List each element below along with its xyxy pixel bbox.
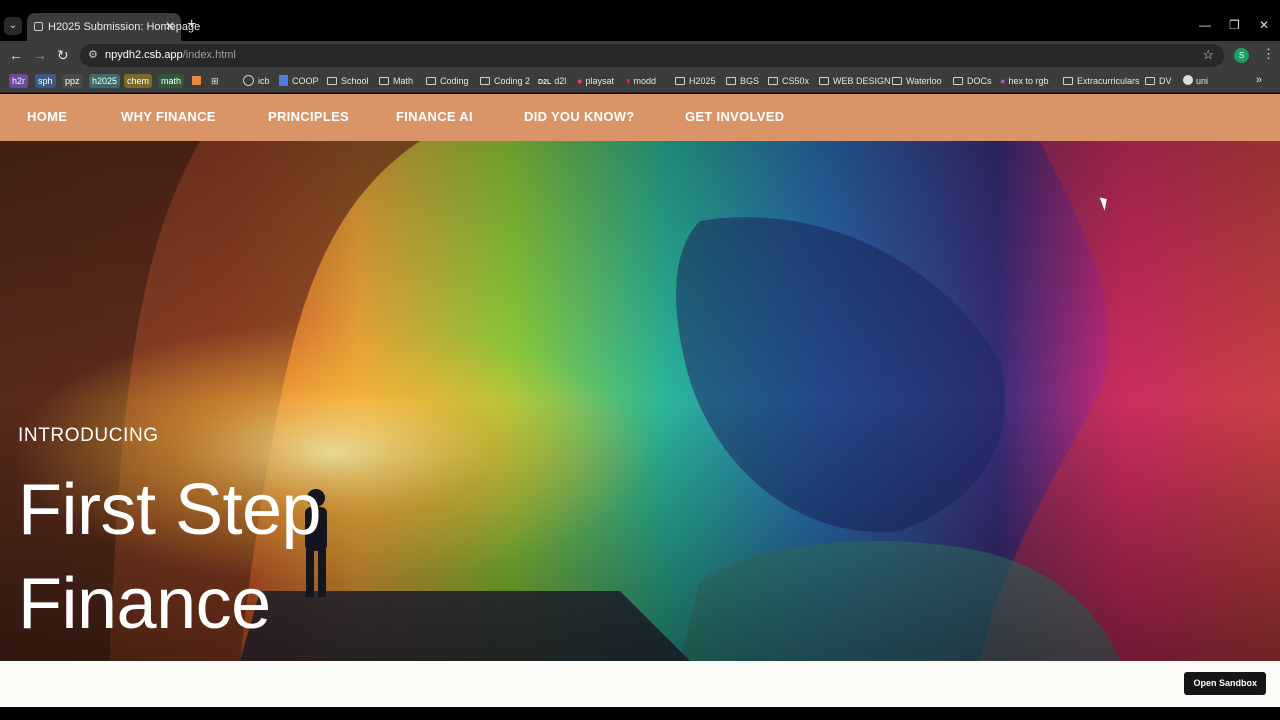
hero-title-line-1: First Step <box>18 470 322 550</box>
browser-toolbar: ← → ↻ ⚙ npydh2.csb.app/index.html ☆ <box>0 41 1280 70</box>
bookmarks-bar: h2r sph ppz h2025 chem math ⊞ icb COOP S… <box>0 70 1280 93</box>
bookmark-folder-h2025[interactable]: H2025 <box>675 74 716 89</box>
bookmark-hex-to-rgb[interactable]: ● hex to rgb <box>1000 74 1048 89</box>
tab-strip: ⌄ H2025 Submission: Homepage ✕ + — ❐ ✕ <box>0 0 1280 41</box>
bookmark-star-icon[interactable]: ☆ <box>1202 47 1214 63</box>
tab-search-icon[interactable]: ⌄ <box>4 17 22 35</box>
more-bookmarks-icon[interactable]: » <box>1256 74 1262 86</box>
back-icon[interactable]: ← <box>9 46 23 64</box>
favicon-icon <box>34 22 43 31</box>
page-footer: Open Sandbox <box>0 661 1280 707</box>
forward-icon[interactable]: → <box>33 46 47 64</box>
site-nav: HOME WHY FINANCE PRINCIPLES FINANCE AI D… <box>0 94 1280 141</box>
tab-title: H2025 Submission: Homepage <box>48 21 201 33</box>
bookmark-ppz[interactable]: ppz <box>62 74 83 88</box>
bookmark-chem[interactable]: chem <box>124 74 153 88</box>
bookmark-h2r[interactable]: h2r <box>9 74 29 88</box>
bookmark-playsat[interactable]: ● playsat <box>577 74 614 89</box>
bookmark-folder-docs[interactable]: DOCs <box>953 74 992 89</box>
browser-menu-icon[interactable]: ⋮ <box>1262 46 1275 62</box>
nav-get-involved[interactable]: GET INVOLVED <box>685 109 784 124</box>
address-bar[interactable]: ⚙ npydh2.csb.app/index.html ☆ <box>80 44 1224 67</box>
nav-principles[interactable]: PRINCIPLES <box>268 109 349 124</box>
bookmark-coop[interactable]: COOP <box>279 74 319 89</box>
site-info-icon[interactable]: ⚙ <box>88 48 98 61</box>
browser-window: ⌄ H2025 Submission: Homepage ✕ + — ❐ ✕ ←… <box>0 0 1280 720</box>
nav-did-you-know[interactable]: DID YOU KNOW? <box>524 109 635 124</box>
bookmark-folder-coding-2[interactable]: Coding 2 <box>480 74 530 89</box>
bottom-bar <box>0 707 1280 720</box>
hero-section: INTRODUCING First Step Finance <box>0 141 1280 661</box>
address-url: npydh2.csb.app/index.html <box>105 49 236 61</box>
hero-title-line-2: Finance <box>18 564 271 644</box>
profile-avatar[interactable]: S <box>1234 48 1249 63</box>
bookmark-folder-math[interactable]: Math <box>379 74 413 89</box>
bookmark-folder-coding[interactable]: Coding <box>426 74 469 89</box>
bookmark-folder-web-design[interactable]: WEB DESIGN <box>819 74 891 89</box>
apps-grid-icon[interactable]: ⊞ <box>211 74 219 89</box>
bookmark-sph[interactable]: sph <box>35 74 56 88</box>
bookmark-folder-school[interactable]: School <box>327 74 369 89</box>
bookmark-d2l[interactable]: D2L d2l <box>538 74 566 89</box>
hero-title: First Step Finance <box>18 463 322 651</box>
bookmark-folder-waterloo[interactable]: Waterloo <box>892 74 942 89</box>
tab-active[interactable]: H2025 Submission: Homepage ✕ <box>27 13 200 41</box>
bookmark-folder-extracurriculars[interactable]: Extracurriculars <box>1063 74 1140 89</box>
nav-home[interactable]: HOME <box>27 109 67 124</box>
minimize-icon[interactable]: — <box>1199 18 1211 32</box>
open-sandbox-button[interactable]: Open Sandbox <box>1184 672 1266 695</box>
nav-why-finance[interactable]: WHY FINANCE <box>121 109 216 124</box>
new-tab-button[interactable]: + <box>187 17 196 33</box>
bookmark-icb[interactable]: icb <box>243 74 270 89</box>
bookmark-modd[interactable]: ▾ modd <box>626 74 656 89</box>
bookmark-folder-cs50x[interactable]: CS50x <box>768 74 809 89</box>
window-close-icon[interactable]: ✕ <box>1259 18 1269 32</box>
hero-eyebrow: INTRODUCING <box>18 425 159 446</box>
bookmark-orange-icon[interactable] <box>192 74 201 89</box>
bookmark-uni[interactable]: uni <box>1183 74 1208 89</box>
bookmark-math-chip[interactable]: math <box>158 74 185 88</box>
bookmark-folder-bgs[interactable]: BGS <box>726 74 759 89</box>
tab-close-icon[interactable]: ✕ <box>165 19 175 33</box>
bookmark-folder-dv[interactable]: DV <box>1145 74 1172 89</box>
reload-icon[interactable]: ↻ <box>57 46 69 64</box>
bookmark-h2025-chip[interactable]: h2025 <box>89 74 121 88</box>
nav-finance-ai[interactable]: FINANCE AI <box>396 109 473 124</box>
restore-icon[interactable]: ❐ <box>1229 18 1240 32</box>
